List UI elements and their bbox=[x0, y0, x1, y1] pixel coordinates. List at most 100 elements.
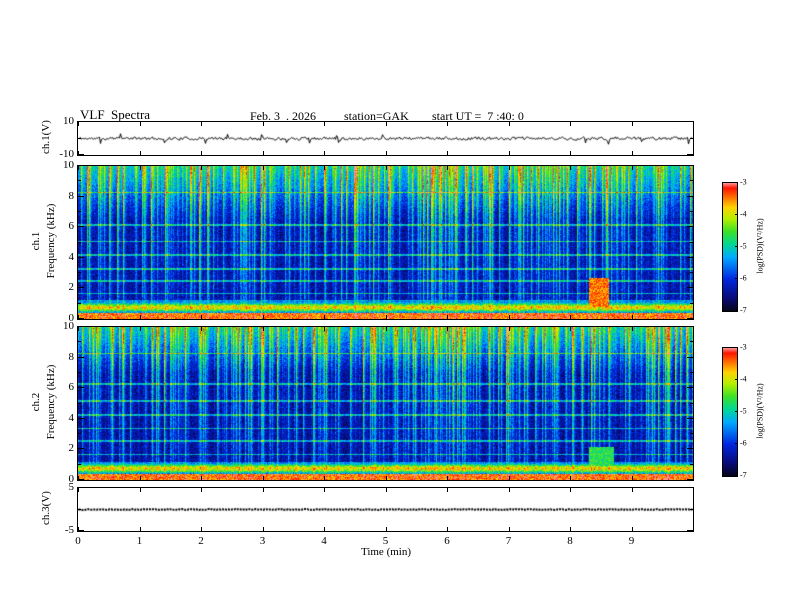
ch1-colorbar bbox=[722, 182, 738, 312]
x-tick-label: 3 bbox=[259, 535, 266, 547]
x-tick-mark bbox=[631, 315, 633, 319]
x-tick-mark bbox=[139, 315, 141, 319]
y-tick-mark bbox=[78, 154, 84, 155]
x-tick-mark bbox=[570, 122, 571, 126]
colorbar-tick-mark bbox=[735, 278, 738, 279]
x-tick-mark bbox=[508, 327, 510, 331]
y-tick-mark bbox=[690, 180, 693, 182]
ch2-channel-axis-label: ch.2 bbox=[30, 392, 42, 412]
y-tick-mark bbox=[78, 508, 81, 510]
x-tick-mark bbox=[78, 122, 79, 126]
x-tick-mark bbox=[324, 488, 325, 492]
ch1-colorbar-label: log(PSD)(V²/Hz) bbox=[755, 218, 765, 274]
x-tick-mark bbox=[262, 327, 264, 331]
x-tick-mark bbox=[201, 327, 202, 331]
y-tick-mark bbox=[78, 417, 84, 419]
x-tick-mark bbox=[262, 476, 264, 480]
y-tick-label: 10 bbox=[63, 159, 74, 171]
y-tick-mark bbox=[690, 272, 693, 274]
x-tick-mark bbox=[201, 527, 202, 531]
x-tick-mark bbox=[693, 166, 694, 170]
y-tick-mark bbox=[687, 530, 693, 531]
x-tick-mark bbox=[508, 527, 510, 531]
x-tick-mark bbox=[385, 327, 387, 331]
y-tick-mark bbox=[78, 479, 84, 480]
y-tick-mark bbox=[78, 256, 84, 258]
time-axis-label: Time (min) bbox=[360, 546, 412, 558]
x-tick-mark bbox=[631, 151, 633, 155]
y-tick-mark bbox=[687, 195, 693, 197]
x-tick-mark bbox=[631, 527, 633, 531]
y-tick-mark bbox=[78, 356, 84, 358]
y-tick-mark bbox=[78, 448, 84, 450]
y-tick-mark bbox=[687, 479, 693, 480]
x-tick-mark bbox=[78, 488, 79, 492]
x-tick-mark bbox=[139, 151, 141, 155]
y-tick-mark bbox=[690, 210, 693, 212]
x-tick-mark bbox=[324, 122, 325, 126]
y-tick-mark bbox=[690, 137, 693, 139]
x-tick-mark bbox=[385, 151, 387, 155]
x-tick-mark bbox=[262, 151, 264, 155]
x-tick-label: 5 bbox=[382, 535, 389, 547]
y-tick-mark bbox=[687, 226, 693, 228]
x-tick-mark bbox=[447, 151, 448, 155]
y-tick-mark bbox=[78, 371, 81, 373]
y-tick-mark bbox=[78, 530, 84, 531]
x-tick-mark bbox=[508, 151, 510, 155]
x-tick-mark bbox=[262, 166, 264, 170]
y-tick-mark bbox=[78, 387, 84, 389]
colorbar-tick-label: -6 bbox=[740, 438, 747, 448]
y-tick-mark bbox=[78, 463, 81, 465]
x-tick-mark bbox=[447, 476, 448, 480]
x-tick-mark bbox=[201, 122, 202, 126]
y-tick-mark bbox=[687, 165, 693, 166]
x-tick-mark bbox=[693, 122, 694, 126]
y-tick-mark bbox=[690, 433, 693, 435]
y-tick-label: 10 bbox=[63, 115, 74, 127]
y-tick-mark bbox=[687, 154, 693, 155]
colorbar-tick-mark bbox=[735, 347, 738, 348]
y-tick-label: -5 bbox=[64, 524, 74, 536]
y-tick-mark bbox=[687, 356, 693, 358]
ch3-waveform-canvas bbox=[78, 488, 693, 531]
y-tick-mark bbox=[78, 318, 84, 319]
y-tick-label: 8 bbox=[68, 350, 75, 363]
y-tick-label: 4 bbox=[68, 411, 75, 424]
ch3-voltage-axis-label: ch.3(V) bbox=[40, 491, 52, 525]
y-tick-mark bbox=[690, 463, 693, 465]
x-tick-mark bbox=[385, 315, 387, 319]
y-tick-label: 10 bbox=[63, 320, 74, 332]
y-tick-label: 6 bbox=[68, 220, 75, 233]
y-tick-mark bbox=[78, 341, 81, 343]
y-tick-label: 2 bbox=[68, 442, 75, 455]
x-tick-mark bbox=[693, 527, 694, 531]
colorbar-tick-label: -7 bbox=[740, 305, 747, 315]
x-tick-label: 1 bbox=[136, 535, 143, 547]
x-tick-mark bbox=[631, 476, 633, 480]
y-tick-mark bbox=[78, 165, 84, 166]
y-tick-mark bbox=[78, 195, 84, 197]
y-tick-label: 5 bbox=[68, 481, 75, 493]
y-tick-mark bbox=[687, 487, 693, 488]
x-tick-mark bbox=[693, 327, 694, 331]
colorbar-tick-label: -6 bbox=[740, 273, 747, 283]
x-tick-mark bbox=[262, 122, 264, 126]
x-tick-label: 8 bbox=[567, 535, 573, 547]
x-tick-mark bbox=[693, 315, 694, 319]
x-tick-mark bbox=[262, 488, 264, 492]
x-tick-mark bbox=[139, 488, 141, 492]
y-tick-mark bbox=[687, 287, 693, 289]
y-tick-mark bbox=[690, 302, 693, 304]
y-tick-mark bbox=[690, 371, 693, 373]
x-tick-mark bbox=[262, 527, 264, 531]
ch1-channel-axis-label: ch.1 bbox=[30, 231, 42, 251]
y-tick-mark bbox=[78, 302, 81, 304]
y-tick-mark bbox=[687, 121, 693, 122]
y-tick-label: 4 bbox=[68, 250, 75, 263]
x-tick-mark bbox=[570, 327, 571, 331]
y-tick-label: 8 bbox=[68, 189, 75, 202]
x-tick-label: 7 bbox=[505, 535, 512, 547]
y-tick-mark bbox=[78, 210, 81, 212]
colorbar-tick-mark bbox=[735, 443, 738, 444]
